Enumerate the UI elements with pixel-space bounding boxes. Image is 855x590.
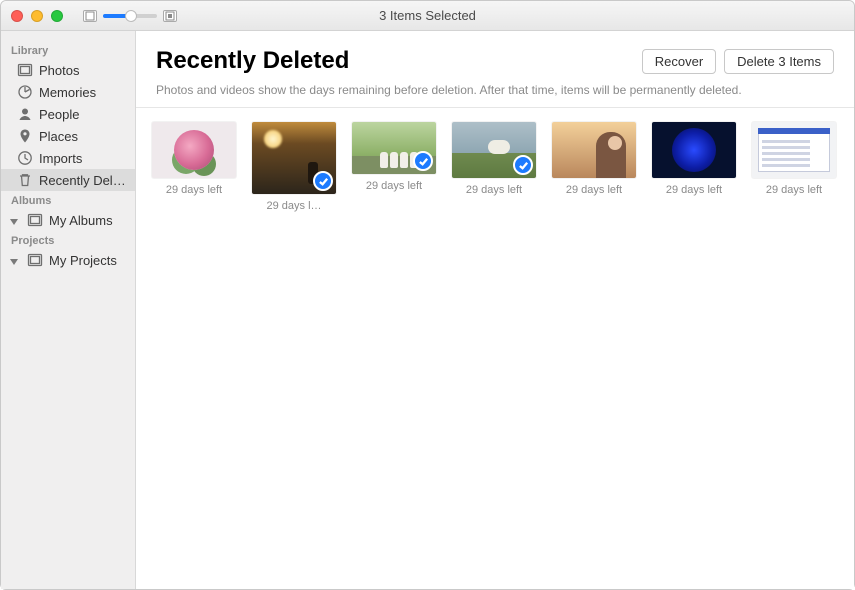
sidebar-item-label: Photos [39, 63, 79, 78]
photos-icon [17, 62, 33, 78]
page-subtitle: Photos and videos show the days remainin… [156, 83, 834, 97]
sidebar-item-label: Memories [39, 85, 96, 100]
thumbnail-size-slider[interactable] [103, 14, 157, 18]
sidebar-item-places[interactable]: Places [1, 125, 135, 147]
thumbnail-image [252, 122, 336, 194]
window-controls [11, 10, 63, 22]
zoom-out-icon[interactable] [83, 10, 97, 22]
thumbnail-image [452, 122, 536, 178]
selected-check-icon [413, 151, 433, 171]
sidebar-section-library: Library [1, 41, 135, 59]
imports-icon [17, 150, 33, 166]
close-window-button[interactable] [11, 10, 23, 22]
selected-check-icon [513, 155, 533, 175]
sidebar-item-label: My Albums [49, 213, 113, 228]
disclosure-triangle-icon[interactable] [9, 255, 19, 265]
sidebar-item-label: Recently Dele… [39, 173, 129, 188]
thumbnail-image [352, 122, 436, 174]
memories-icon [17, 84, 33, 100]
photo-thumbnail[interactable]: 29 days l… [252, 122, 336, 212]
sidebar-item-my-albums[interactable]: My Albums [1, 209, 135, 231]
photo-thumbnail[interactable]: 29 days left [652, 122, 736, 212]
sidebar-item-recently-deleted[interactable]: Recently Dele… [1, 169, 135, 191]
photo-thumbnail[interactable]: 29 days left [452, 122, 536, 212]
content-header: Recently Deleted Recover Delete 3 Items … [136, 31, 854, 108]
places-icon [17, 128, 33, 144]
page-title: Recently Deleted [156, 47, 349, 75]
zoom-in-icon[interactable] [163, 10, 177, 22]
disclosure-triangle-icon[interactable] [9, 215, 19, 225]
sidebar-item-people[interactable]: People [1, 103, 135, 125]
header-actions: Recover Delete 3 Items [642, 49, 834, 74]
sidebar-item-imports[interactable]: Imports [1, 147, 135, 169]
days-left-label: 29 days left [366, 180, 422, 192]
sidebar-item-label: Imports [39, 151, 82, 166]
days-left-label: 29 days left [166, 184, 222, 196]
delete-items-button[interactable]: Delete 3 Items [724, 49, 834, 74]
photo-thumbnail[interactable]: 29 days left [752, 122, 836, 212]
people-icon [17, 106, 33, 122]
thumbnail-image [652, 122, 736, 178]
sidebar: Library Photos Memories People Places Im… [1, 31, 136, 589]
minimize-window-button[interactable] [31, 10, 43, 22]
days-left-label: 29 days left [466, 184, 522, 196]
photo-thumbnail[interactable]: 29 days left [152, 122, 236, 212]
photo-thumbnail[interactable]: 29 days left [352, 122, 436, 212]
photo-thumbnail[interactable]: 29 days left [552, 122, 636, 212]
album-icon [27, 212, 43, 228]
sidebar-item-photos[interactable]: Photos [1, 59, 135, 81]
sidebar-item-label: Places [39, 129, 78, 144]
sidebar-item-memories[interactable]: Memories [1, 81, 135, 103]
photo-grid: 29 days left 29 days l… 29 days left [136, 108, 854, 226]
project-icon [27, 252, 43, 268]
days-left-label: 29 days l… [266, 200, 321, 212]
thumbnail-image [152, 122, 236, 178]
trash-icon [17, 172, 33, 188]
selected-check-icon [313, 171, 333, 191]
sidebar-section-albums: Albums [1, 191, 135, 209]
sidebar-item-my-projects[interactable]: My Projects [1, 249, 135, 271]
slider-knob[interactable] [125, 10, 137, 22]
sidebar-item-label: My Projects [49, 253, 117, 268]
days-left-label: 29 days left [766, 184, 822, 196]
sidebar-section-projects: Projects [1, 231, 135, 249]
thumbnail-image [552, 122, 636, 178]
sidebar-item-label: People [39, 107, 79, 122]
titlebar: 3 Items Selected [1, 1, 854, 31]
toolbar-zoom-controls [83, 10, 177, 22]
days-left-label: 29 days left [666, 184, 722, 196]
zoom-window-button[interactable] [51, 10, 63, 22]
recover-button[interactable]: Recover [642, 49, 716, 74]
app-window: 3 Items Selected Library Photos Memories… [0, 0, 855, 590]
main-content: Recently Deleted Recover Delete 3 Items … [136, 31, 854, 589]
days-left-label: 29 days left [566, 184, 622, 196]
thumbnail-image [752, 122, 836, 178]
